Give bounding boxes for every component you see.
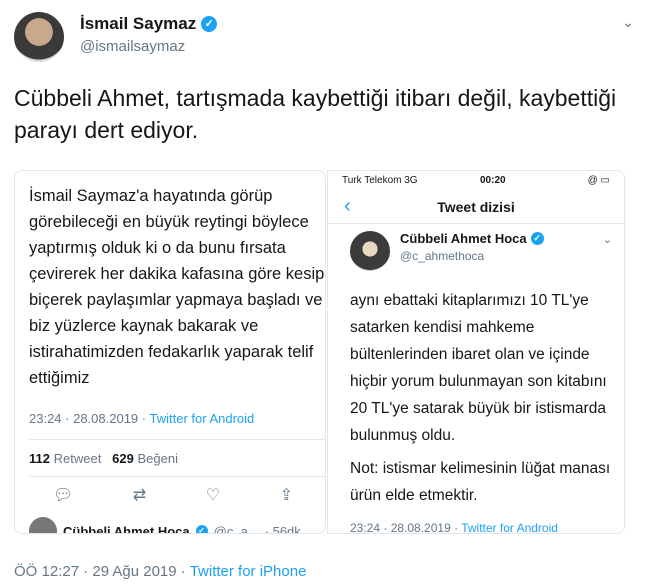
next-handle: @c_a... (213, 523, 259, 534)
divider (29, 439, 325, 440)
left-screenshot[interactable]: İsmail Saymaz'a hayatında görüp görebile… (14, 170, 326, 534)
avatar (350, 231, 390, 271)
quoted-stats: 112 Retweet 629 Beğeni (29, 451, 178, 466)
reply-icon: 💬︎ (53, 487, 74, 504)
like-count: 629 (112, 451, 134, 466)
thread-source: Twitter for Android (461, 521, 558, 534)
battery-icon: @ ▭ (587, 175, 610, 186)
phone-status-bar: Turk Telekom 3G 00:20 @ ▭ (328, 171, 624, 189)
tweet-timestamp[interactable]: ÖÖ 12:27 · 29 Ağu 2019 · (14, 563, 186, 580)
thread-header: ‹ Tweet dizisi (328, 191, 624, 224)
chevron-down-icon: ⌄ (602, 234, 612, 246)
tweet-text: Cübbeli Ahmet, tartışmada kaybettiği iti… (14, 85, 617, 143)
next-tweet-preview: Cübbeli Ahmet Hoca ✓ @c_a... · 56dk (29, 517, 301, 534)
retweet-icon: ⇄ (132, 487, 147, 504)
thread-title: Tweet dizisi (437, 199, 515, 215)
thread-note: Not: istismar kelimesinin lüğat manası ü… (350, 460, 611, 504)
quoted-text: İsmail Saymaz'a hayatında görüp görebile… (29, 187, 325, 387)
retweet-count: 112 (29, 451, 50, 466)
chevron-down-icon[interactable]: ⌄ (622, 14, 634, 31)
right-screenshot[interactable]: Turk Telekom 3G 00:20 @ ▭ ‹ Tweet dizisi… (327, 170, 625, 534)
like-label: Beğeni (137, 451, 178, 466)
next-age: · 56dk (264, 523, 301, 534)
share-icon: ⇪ (279, 487, 293, 504)
next-author: Cübbeli Ahmet Hoca (63, 523, 190, 534)
author-name-row[interactable]: İsmail Saymaz ✓ (80, 14, 218, 34)
tweet-footer: ÖÖ 12:27 · 29 Ağu 2019 · Twitter for iPh… (14, 563, 306, 580)
quoted-timestamp: 23:24 · 28.08.2019 · (29, 411, 147, 426)
avatar (29, 517, 57, 533)
author-avatar[interactable] (14, 12, 64, 62)
quoted-meta: 23:24 · 28.08.2019 · Twitter for Android (29, 411, 254, 426)
thread-author-name: Cübbeli Ahmet Hoca (400, 231, 527, 246)
author-handle[interactable]: @ismailsaymaz (80, 38, 185, 55)
carrier: Turk Telekom 3G (342, 175, 418, 186)
thread-body: aynı ebattaki kitaplarımızı 10 TL'ye sat… (350, 292, 607, 444)
quoted-source: Twitter for Android (149, 411, 255, 426)
verified-icon: ✓ (201, 16, 218, 32)
like-icon: ♡ (205, 487, 221, 504)
thread-timestamp: 23:24 · 28.08.2019 · (350, 521, 459, 534)
tweet-source[interactable]: Twitter for iPhone (190, 563, 307, 580)
verified-icon: ✓ (530, 232, 544, 245)
thread-author-row: Cübbeli Ahmet Hoca ✓ (400, 231, 544, 246)
retweet-label: Retweet (53, 451, 102, 466)
thread-author-handle: @c_ahmethoca (400, 249, 485, 263)
thread-meta: 23:24 · 28.08.2019 · Twitter for Android (350, 521, 558, 534)
divider (29, 476, 325, 477)
author-name[interactable]: İsmail Saymaz (80, 14, 196, 34)
status-time: 00:20 (480, 175, 506, 186)
verified-icon: ✓ (195, 525, 208, 533)
quoted-actions: 💬︎ ⇄ ♡ ⇪ (53, 485, 293, 505)
